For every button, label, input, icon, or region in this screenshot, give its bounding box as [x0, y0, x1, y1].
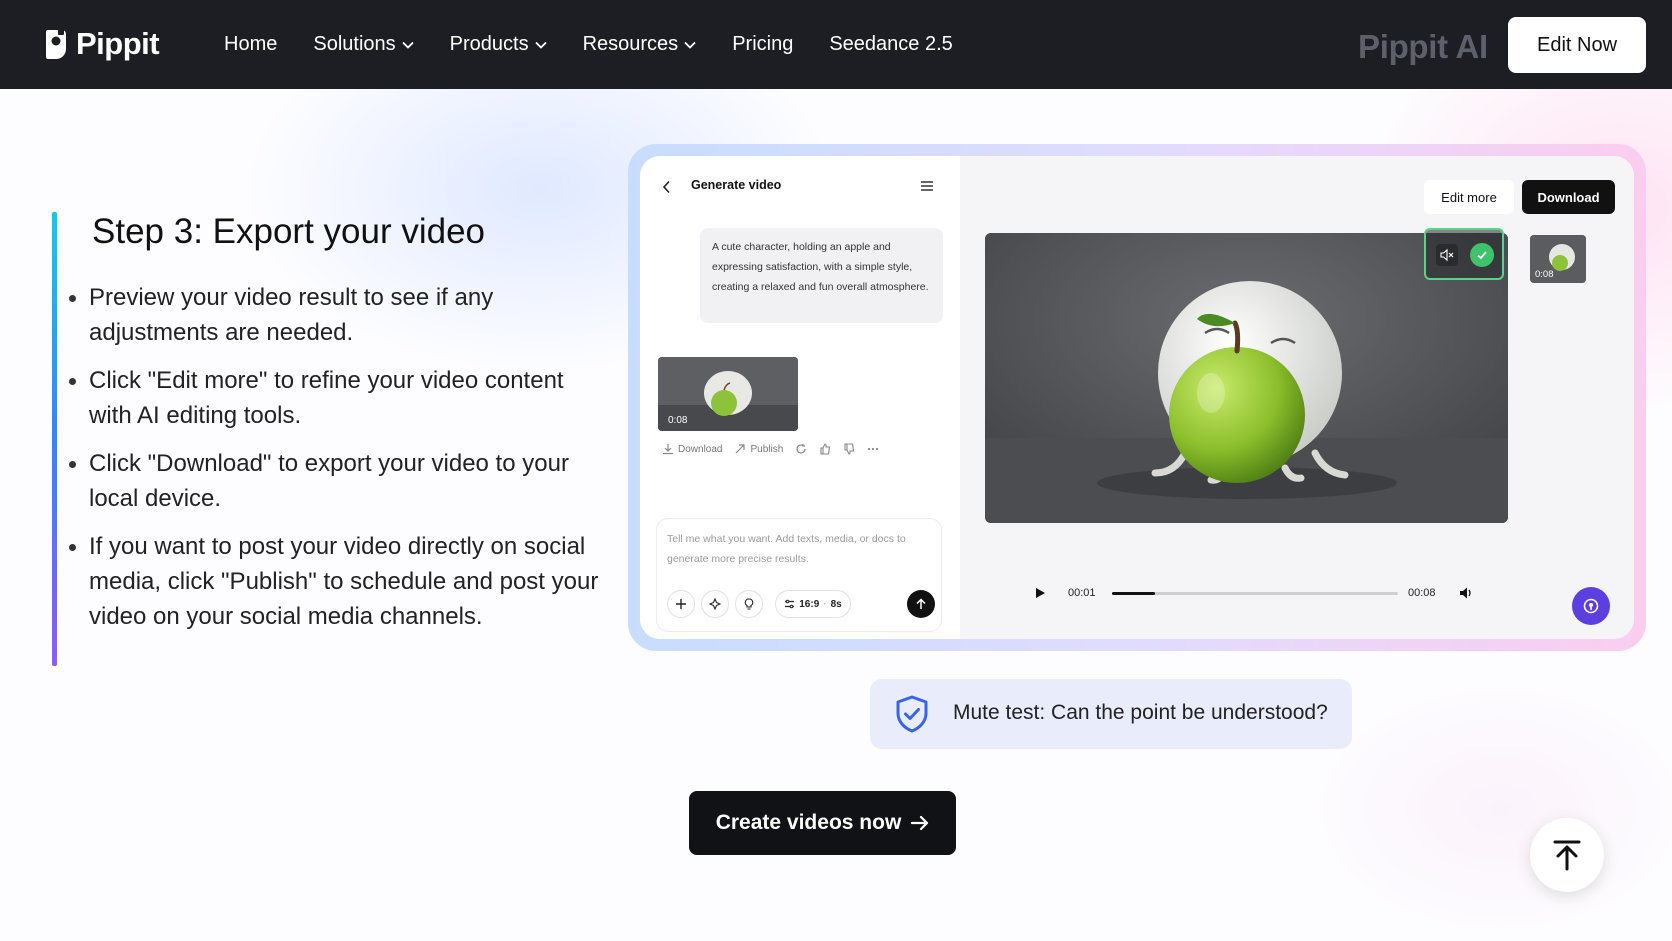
- download-action[interactable]: Download: [662, 443, 722, 455]
- video-progress-bar[interactable]: [1112, 592, 1398, 595]
- assistant-icon: [1583, 598, 1599, 614]
- mute-button[interactable]: [1436, 244, 1458, 266]
- mute-test-banner: Mute test: Can the point be understood?: [870, 679, 1352, 749]
- side-thumbnail-duration: 0:08: [1535, 269, 1554, 280]
- ratio-separator: ·: [823, 598, 827, 610]
- scroll-to-top-button[interactable]: [1530, 818, 1604, 892]
- idea-button[interactable]: [735, 590, 763, 618]
- more-icon[interactable]: [867, 443, 879, 455]
- plus-icon: [676, 599, 686, 609]
- thumbs-down-icon[interactable]: [843, 443, 855, 455]
- step-bullet: Preview your video result to see if any …: [68, 280, 608, 350]
- send-button[interactable]: [907, 590, 935, 618]
- nav-resources[interactable]: Resources: [583, 33, 697, 56]
- step-bullet: Click "Edit more" to refine your video c…: [68, 363, 608, 433]
- side-video-thumbnail[interactable]: 0:08: [1530, 235, 1586, 283]
- prompt-bubble: A cute character, holding an apple and e…: [700, 228, 943, 323]
- chevron-down-icon: [684, 41, 696, 49]
- menu-icon[interactable]: [920, 180, 934, 192]
- chevron-down-icon: [402, 41, 414, 49]
- step-title: Step 3: Export your video: [92, 212, 485, 251]
- step-bullet: Click "Download" to export your video to…: [68, 446, 608, 516]
- logo[interactable]: Pippit: [44, 26, 160, 62]
- mute-toggle-overlay[interactable]: [1424, 228, 1504, 280]
- arrow-right-icon: [911, 815, 929, 831]
- duration-label: 8s: [830, 598, 842, 610]
- publish-action[interactable]: Publish: [734, 443, 783, 455]
- demo-window: Generate video A cute character, holding…: [640, 156, 1634, 639]
- video-progress-fill: [1112, 592, 1155, 595]
- edit-more-button[interactable]: Edit more: [1424, 180, 1514, 214]
- shield-icon: [896, 695, 928, 733]
- nav-home[interactable]: Home: [224, 33, 277, 56]
- lightbulb-icon: [744, 598, 754, 610]
- thumbnail-actions: Download Publish: [662, 443, 879, 455]
- nav-resources-label: Resources: [582, 33, 679, 55]
- ratio-duration-selector[interactable]: 16:9 · 8s: [775, 590, 851, 618]
- sparkle-icon: [709, 598, 721, 610]
- edit-now-button[interactable]: Edit Now: [1508, 17, 1646, 73]
- download-button[interactable]: Download: [1522, 180, 1615, 214]
- step-bullet: If you want to post your video directly …: [68, 529, 608, 634]
- chat-panel: Generate video A cute character, holding…: [640, 156, 960, 639]
- arrow-up-icon: [916, 598, 926, 609]
- style-button[interactable]: [701, 590, 729, 618]
- chevron-down-icon: [534, 41, 547, 49]
- current-time: 00:01: [1068, 587, 1096, 599]
- volume-icon[interactable]: [1458, 585, 1474, 601]
- play-icon[interactable]: [1033, 586, 1047, 600]
- assistant-button[interactable]: [1572, 587, 1610, 625]
- video-thumbnail[interactable]: 0:08: [658, 357, 798, 431]
- logo-text: Pippit: [76, 26, 160, 61]
- step-bullet-list: Preview your video result to see if any …: [68, 280, 608, 647]
- pippit-logo-icon: [46, 29, 66, 59]
- nav-links: Home Solutions Products Resources Pricin…: [224, 0, 953, 89]
- nav-pricing[interactable]: Pricing: [732, 33, 793, 56]
- publish-action-label: Publish: [750, 443, 784, 455]
- total-duration: 00:08: [1408, 587, 1436, 599]
- nav-home-label: Home: [224, 33, 278, 55]
- download-icon: [663, 444, 673, 455]
- aspect-ratio-label: 16:9: [799, 598, 820, 610]
- nav-solutions-label: Solutions: [313, 33, 396, 55]
- prompt-input-placeholder: Tell me what you want. Add texts, media,…: [667, 533, 906, 565]
- add-button[interactable]: [667, 590, 695, 618]
- thumbnail-duration: 0:08: [668, 415, 688, 426]
- regenerate-icon[interactable]: [795, 443, 807, 455]
- nav-seedance[interactable]: Seedance 2.5: [829, 33, 952, 56]
- settings-sliders-icon: [785, 599, 795, 609]
- create-videos-button[interactable]: Create videos now: [689, 791, 956, 855]
- nav-products-label: Products: [449, 33, 529, 55]
- chat-title: Generate video: [691, 178, 782, 192]
- top-nav: Pippit Home Solutions Products Resources…: [0, 0, 1672, 89]
- nav-products[interactable]: Products: [450, 33, 547, 56]
- brand-ghost-text: Pippit AI: [1358, 28, 1488, 65]
- nav-seedance-label: Seedance 2.5: [829, 33, 953, 55]
- thumbs-up-icon[interactable]: [819, 443, 831, 455]
- download-action-label: Download: [678, 443, 723, 455]
- back-icon[interactable]: [662, 180, 672, 194]
- mute-icon: [1440, 248, 1454, 262]
- step-accent-bar: [52, 212, 57, 666]
- nav-pricing-label: Pricing: [732, 33, 794, 55]
- check-icon: [1477, 251, 1487, 260]
- mute-confirmed-badge: [1470, 243, 1494, 267]
- publish-icon: [736, 444, 746, 454]
- prompt-input[interactable]: Tell me what you want. Add texts, media,…: [656, 518, 942, 632]
- arrow-up-icon: [1553, 840, 1581, 871]
- demo-card: Generate video A cute character, holding…: [628, 144, 1646, 651]
- nav-solutions[interactable]: Solutions: [313, 33, 414, 56]
- create-videos-label: Create videos now: [715, 811, 902, 834]
- mute-test-text: Mute test: Can the point be understood?: [953, 701, 1328, 724]
